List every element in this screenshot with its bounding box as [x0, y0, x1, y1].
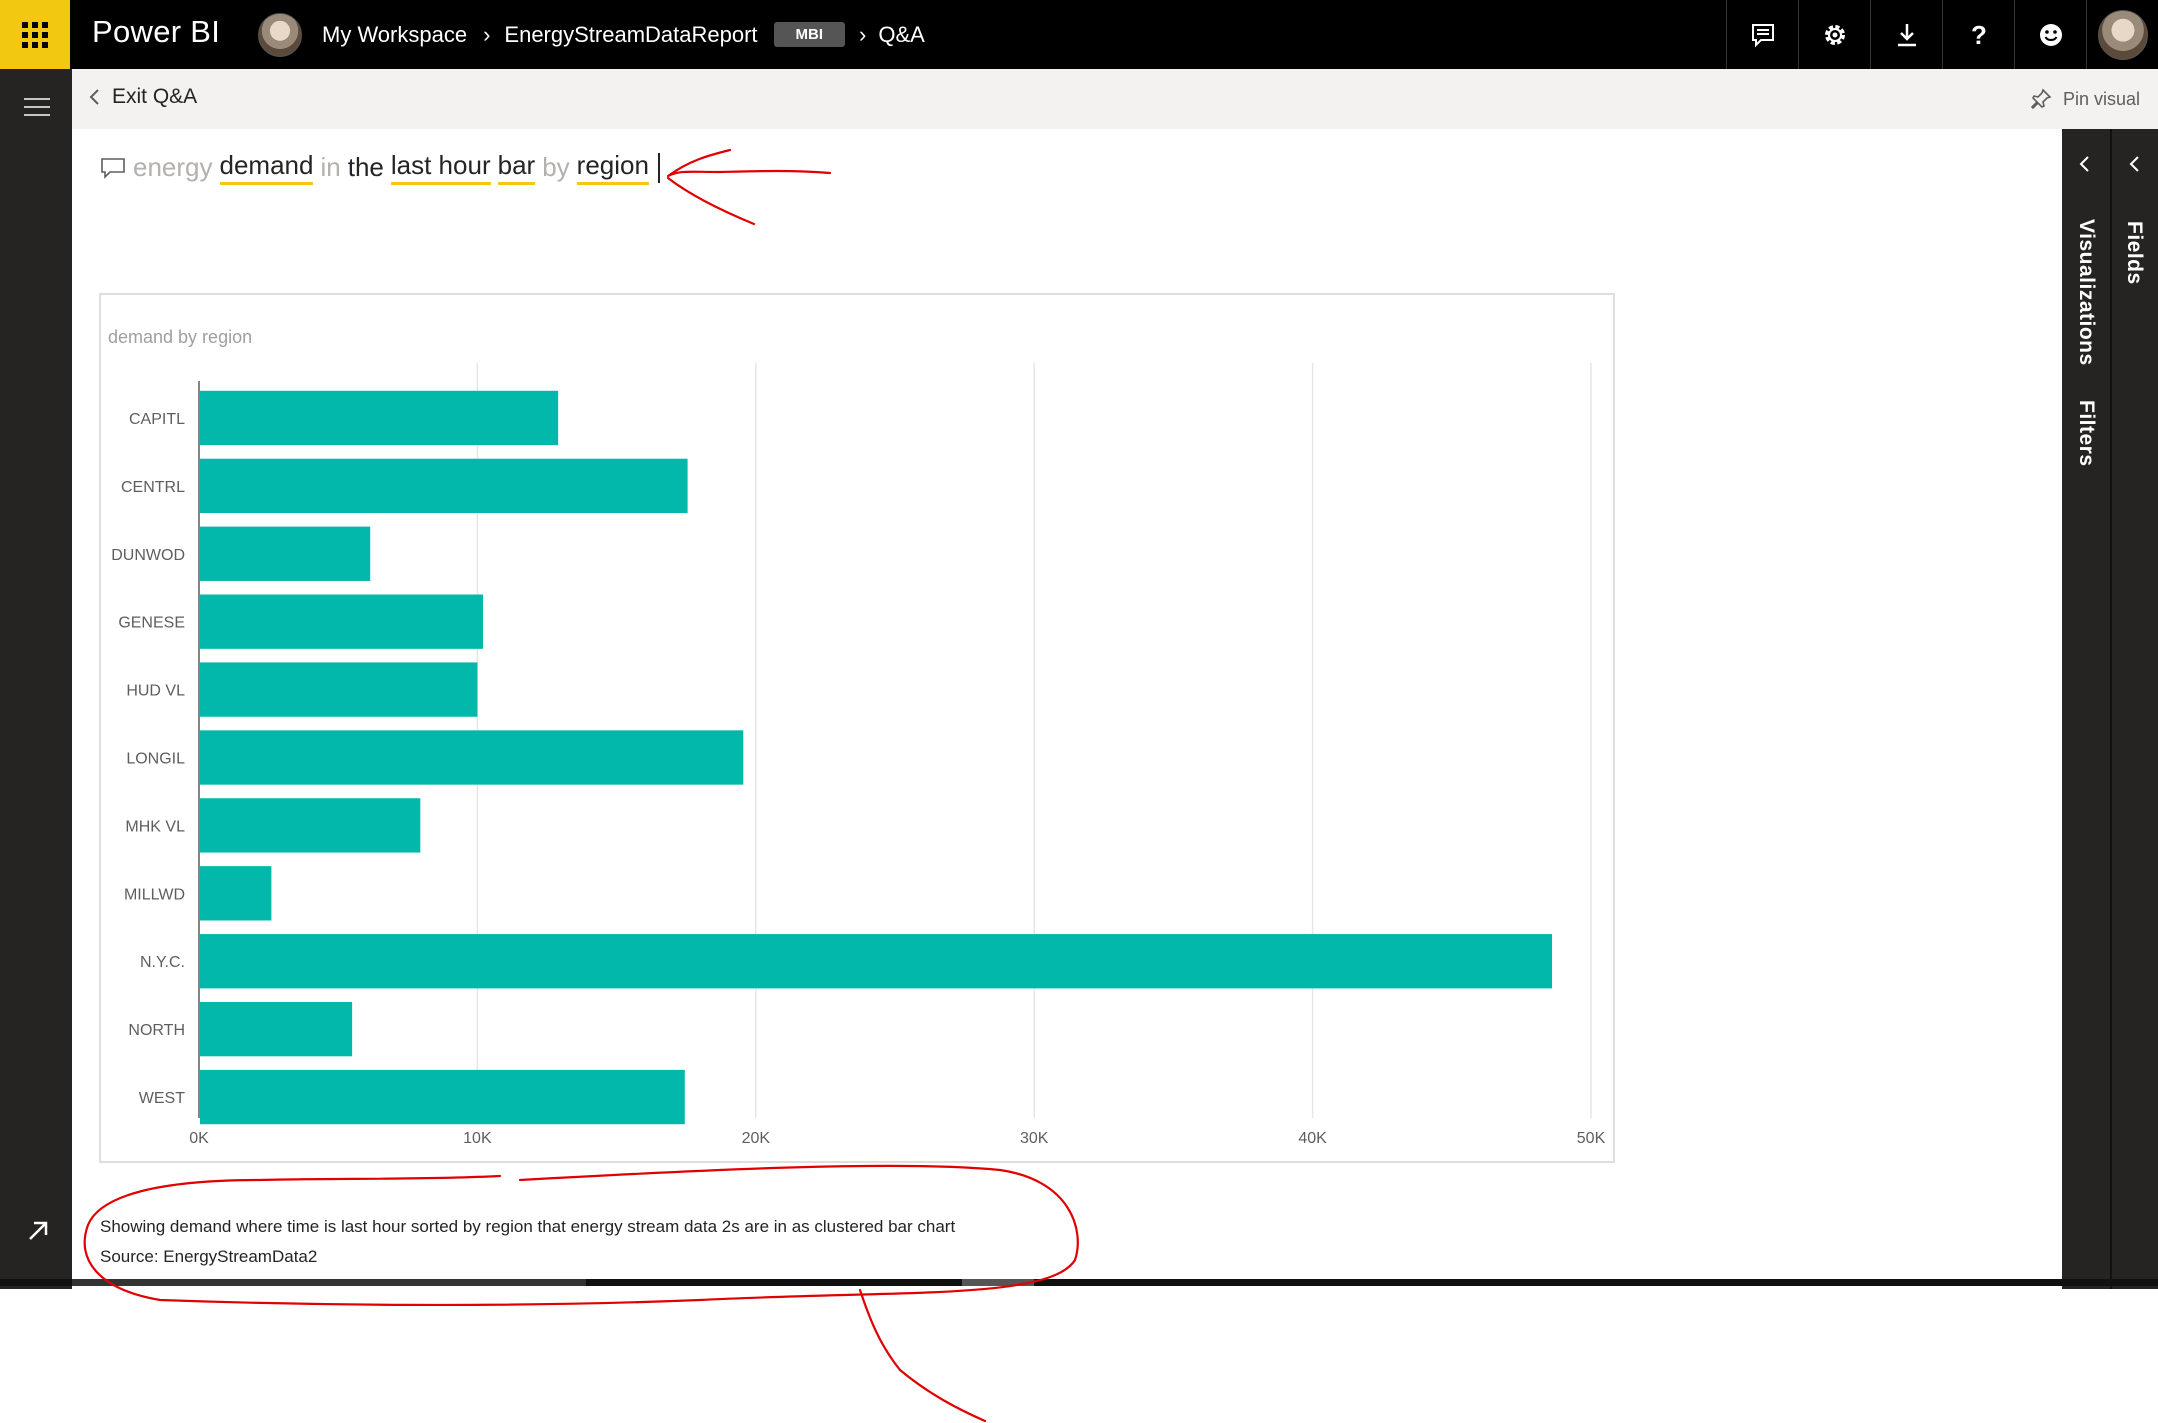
source-text: Source: EnergyStreamData2 [100, 1247, 318, 1266]
x-tick-label: 50K [1577, 1130, 1606, 1147]
app-launcher-button[interactable] [0, 0, 70, 69]
scrollbar-thumb[interactable] [72, 1279, 586, 1286]
gear-icon [1824, 24, 1845, 45]
left-nav [0, 69, 72, 1289]
breadcrumb: My Workspace › EnergyStreamDataReport MB… [258, 0, 925, 69]
bar-capitl[interactable] [200, 390, 559, 446]
qna-visual[interactable]: demand by region 0K 10K 20K 30K 40K 50K CAPITL… [99, 293, 1615, 1163]
scrollbar-thumb[interactable] [962, 1279, 1034, 1286]
y-category-label: MILLWD [124, 886, 185, 903]
text-caret [657, 152, 660, 183]
visualizations-filters-pane[interactable]: Visualizations Filters [2062, 129, 2110, 1289]
pin-visual-button[interactable]: Pin visual [2029, 87, 2140, 111]
question-text: energy demand in the last hour bar by region [133, 150, 656, 185]
comment-icon [1751, 23, 1774, 47]
account-button[interactable] [2086, 0, 2158, 69]
bar-longil[interactable] [200, 730, 744, 785]
bar-genese[interactable] [200, 594, 483, 649]
scroll-track [0, 1279, 2158, 1286]
y-category-label: GENESE [118, 615, 185, 632]
report-badge: MBI [773, 22, 846, 47]
question-token: in [320, 152, 341, 182]
question-icon: ? [1971, 21, 1987, 49]
y-category-label: CAPITL [129, 411, 185, 428]
bar-centrl[interactable] [200, 458, 688, 514]
x-tick-label: 30K [1020, 1130, 1049, 1147]
breadcrumb-report[interactable]: EnergyStreamDataReport [504, 22, 757, 48]
svg-text:?: ? [1971, 21, 1987, 49]
bar-millwd[interactable] [200, 866, 272, 921]
qna-toolbar: Exit Q&A Pin visual [72, 69, 2158, 129]
question-token: region [576, 150, 649, 185]
waffle-icon [22, 21, 48, 48]
y-category-label: N.Y.C. [140, 954, 185, 971]
y-category-label: NORTH [128, 1022, 185, 1039]
red-arrow-annotation [666, 148, 832, 226]
result-restatement: Showing demand where time is last hour s… [100, 1212, 955, 1272]
y-category-label: WEST [139, 1090, 185, 1107]
feedback-button[interactable] [2014, 0, 2086, 69]
bar-dunwod[interactable] [200, 526, 371, 581]
fields-pane-label[interactable]: Fields [2122, 221, 2146, 285]
user-avatar [2097, 9, 2148, 60]
x-tick-label: 40K [1298, 1130, 1327, 1147]
expand-arrow-icon[interactable] [24, 1217, 52, 1245]
question-token: by [542, 152, 570, 182]
qna-question-input[interactable]: energy demand in the last hour bar by region [100, 150, 660, 185]
top-icon-bar: ? [1726, 0, 2158, 69]
x-tick-label: 20K [742, 1130, 771, 1147]
download-button[interactable] [1870, 0, 1942, 69]
exit-qna-label: Exit Q&A [112, 85, 198, 108]
exit-qna-button[interactable]: Exit Q&A [88, 85, 197, 109]
smiley-icon [2039, 23, 2062, 46]
filters-pane-label[interactable]: Filters [2075, 400, 2098, 467]
x-tick-label: 0K [189, 1130, 209, 1147]
bar-hud-vl[interactable] [200, 662, 478, 717]
question-token: energy [133, 152, 213, 182]
pin-visual-label: Pin visual [2062, 88, 2140, 109]
chevron-right-icon: › [859, 21, 867, 47]
chevron-left-icon[interactable] [2126, 155, 2144, 173]
visualizations-pane-label[interactable]: Visualizations Filters [2074, 219, 2098, 467]
x-tick-label: 10K [463, 1130, 492, 1147]
question-token: demand [219, 150, 314, 185]
chevron-right-icon: › [483, 21, 491, 47]
notifications-button[interactable] [1726, 0, 1798, 69]
bar-chart: 0K 10K 20K 30K 40K 50K CAPITL CENTRL DUNWOD GENES… [111, 363, 1606, 1147]
restatement-text: Showing demand where time is last hour s… [100, 1217, 956, 1236]
question-token: the [347, 152, 384, 182]
bar-mhk-vl[interactable] [200, 798, 421, 853]
help-button[interactable]: ? [1942, 0, 2014, 69]
download-icon [1897, 23, 1916, 46]
y-category-label: LONGIL [126, 751, 185, 768]
workspace-avatar [258, 12, 302, 57]
bar-n-y-c[interactable] [200, 934, 1553, 989]
chevron-left-icon [89, 89, 99, 105]
y-category-label: MHK VL [125, 818, 185, 835]
y-category-label: HUD VL [126, 683, 185, 700]
top-bar: Power BI My Workspace › EnergyStreamData… [0, 0, 2158, 69]
question-token: last hour [390, 150, 491, 185]
y-category-label: DUNWOD [111, 547, 185, 564]
bar-west[interactable] [200, 1069, 685, 1125]
bar-north[interactable] [200, 1001, 353, 1057]
breadcrumb-page: Q&A [878, 21, 925, 47]
red-tail-annotation [858, 1288, 987, 1423]
chevron-left-icon[interactable] [2076, 155, 2094, 173]
settings-button[interactable] [1798, 0, 1870, 69]
y-category-label: CENTRL [121, 479, 185, 496]
speech-bubble-icon [101, 157, 125, 179]
question-token: bar [497, 150, 536, 185]
hamburger-menu-icon[interactable] [24, 98, 50, 122]
breadcrumb-workspace[interactable]: My Workspace [322, 22, 467, 48]
pin-icon [2030, 88, 2052, 110]
fields-pane[interactable]: Fields [2110, 129, 2158, 1289]
app-name[interactable]: Power BI [92, 14, 220, 50]
